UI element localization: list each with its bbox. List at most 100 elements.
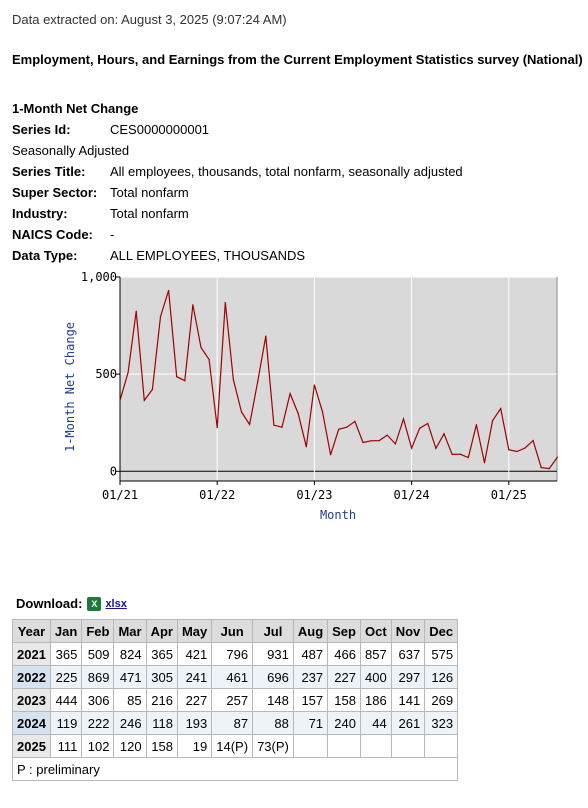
table-cell: 19: [176, 734, 213, 758]
table-cell: 227: [176, 688, 213, 712]
data-point: [362, 441, 364, 444]
data-point: [257, 381, 259, 383]
table-cell: 186: [359, 688, 392, 712]
data-point: [208, 358, 210, 361]
section-title: 1-Month Net Change: [12, 101, 139, 116]
naics-value: -: [110, 227, 115, 242]
industry-row: Industry: Total nonfarm: [12, 203, 463, 224]
data-point: [135, 310, 137, 312]
table-cell: 126: [424, 665, 459, 689]
table-cell: 240: [327, 711, 361, 735]
data-point: [119, 399, 121, 401]
table-cell: 461: [211, 665, 254, 689]
table-cell: 119: [49, 711, 83, 735]
table-cell: 71: [292, 711, 329, 735]
x-tick-label: 01/24: [394, 488, 430, 502]
data-point: [330, 454, 332, 456]
data-point: [321, 411, 324, 413]
column-header: Jul: [252, 619, 294, 643]
data-table: Year Jan Feb Mar Apr May Jun Jul Aug Sep Oct Nov Dec…: [11, 619, 459, 781]
table-cell: 118: [145, 711, 178, 735]
table-cell: 88: [252, 711, 294, 735]
data-point: [451, 453, 453, 455]
table-row: 2025 111 102 120 158 19 14(P) 73(P): [12, 734, 459, 758]
table-cell: 365: [145, 642, 178, 666]
xlsx-download-link[interactable]: xlsx: [105, 598, 126, 610]
table-cell: 261: [390, 711, 426, 735]
data-point: [313, 384, 315, 386]
table-cell: [424, 734, 459, 758]
data-point: [338, 428, 340, 430]
table-row: 2023 444 306 85 216 227 257 148 157 158 186 141 269: [12, 688, 459, 712]
column-header: Aug: [292, 619, 329, 643]
table-cell: 111: [49, 734, 83, 758]
data-point: [168, 289, 170, 292]
table-cell: 269: [424, 688, 459, 712]
column-header: Nov: [390, 619, 426, 643]
row-year: 2024: [12, 711, 51, 735]
table-cell: 44: [359, 711, 392, 735]
series-metadata: 1-Month Net Change Series Id: CES00000000…: [12, 98, 463, 266]
series-title-value: All employees, thousands, total nonfarm,…: [110, 164, 463, 179]
data-point: [127, 371, 129, 373]
column-header: Jan: [49, 619, 83, 643]
naics-label: NAICS Code:: [12, 227, 93, 242]
table-cell: 241: [176, 665, 213, 689]
data-point: [443, 433, 445, 435]
table-cell: 87: [211, 711, 254, 735]
excel-icon[interactable]: X: [87, 596, 102, 611]
table-cell: 796: [211, 642, 254, 666]
data-point: [378, 439, 380, 442]
data-point: [492, 419, 494, 422]
data-point: [548, 467, 550, 470]
data-point: [240, 411, 243, 413]
data-point: [483, 462, 486, 464]
table-cell: 575: [424, 642, 459, 666]
column-header: Year: [12, 619, 51, 643]
net-change-chart: 0 500 1,000 01/21 01/22 01/23 01/24 01/25 Month 1…: [63, 270, 559, 522]
data-point: [370, 440, 372, 442]
data-point: [305, 446, 307, 448]
table-cell: 365: [49, 642, 83, 666]
x-axis-label: Month: [320, 508, 356, 522]
data-point: [556, 456, 559, 458]
data-point: [459, 453, 461, 455]
table-cell: 421: [176, 642, 213, 666]
data-point: [200, 346, 202, 349]
table-cell: 509: [81, 642, 115, 666]
row-year: 2025: [12, 734, 51, 758]
super-sector-row: Super Sector: Total nonfarm: [12, 182, 463, 203]
data-point: [419, 427, 421, 429]
data-point: [297, 412, 299, 415]
table-cell: 857: [359, 642, 392, 666]
data-point: [540, 466, 542, 469]
data-point: [159, 316, 162, 318]
data-point: [151, 388, 153, 391]
table-cell: 73(P): [252, 734, 294, 758]
table-cell: 323: [424, 711, 459, 735]
seasonal-adjustment: Seasonally Adjusted: [12, 143, 130, 158]
series-title-label: Series Title:: [12, 164, 86, 179]
data-point: [143, 399, 145, 401]
naics-row: NAICS Code: -: [12, 224, 463, 245]
x-tick-label: 01/25: [491, 488, 527, 502]
table-cell: [390, 734, 426, 758]
data-point: [524, 447, 526, 449]
data-point: [427, 422, 429, 425]
series-id-row: Series Id: CES0000000001: [12, 119, 463, 140]
table-cell: 869: [81, 665, 115, 689]
table-cell: 471: [113, 665, 147, 689]
table-cell: 157: [292, 688, 329, 712]
table-body: 2021 365 509 824 365 421 796 931 487 466 857 637 575…: [12, 642, 459, 758]
data-point: [176, 376, 178, 378]
row-year: 2022: [12, 665, 51, 689]
table-cell: 297: [390, 665, 426, 689]
table-cell: 158: [145, 734, 178, 758]
table-cell: 158: [327, 688, 361, 712]
table-cell: 400: [359, 665, 392, 689]
x-tick-label: 01/21: [102, 488, 138, 502]
table-footnote-row: P : preliminary: [11, 757, 459, 781]
column-header: Oct: [359, 619, 392, 643]
data-point: [402, 418, 405, 420]
download-row: Download: X xlsx: [16, 596, 127, 611]
